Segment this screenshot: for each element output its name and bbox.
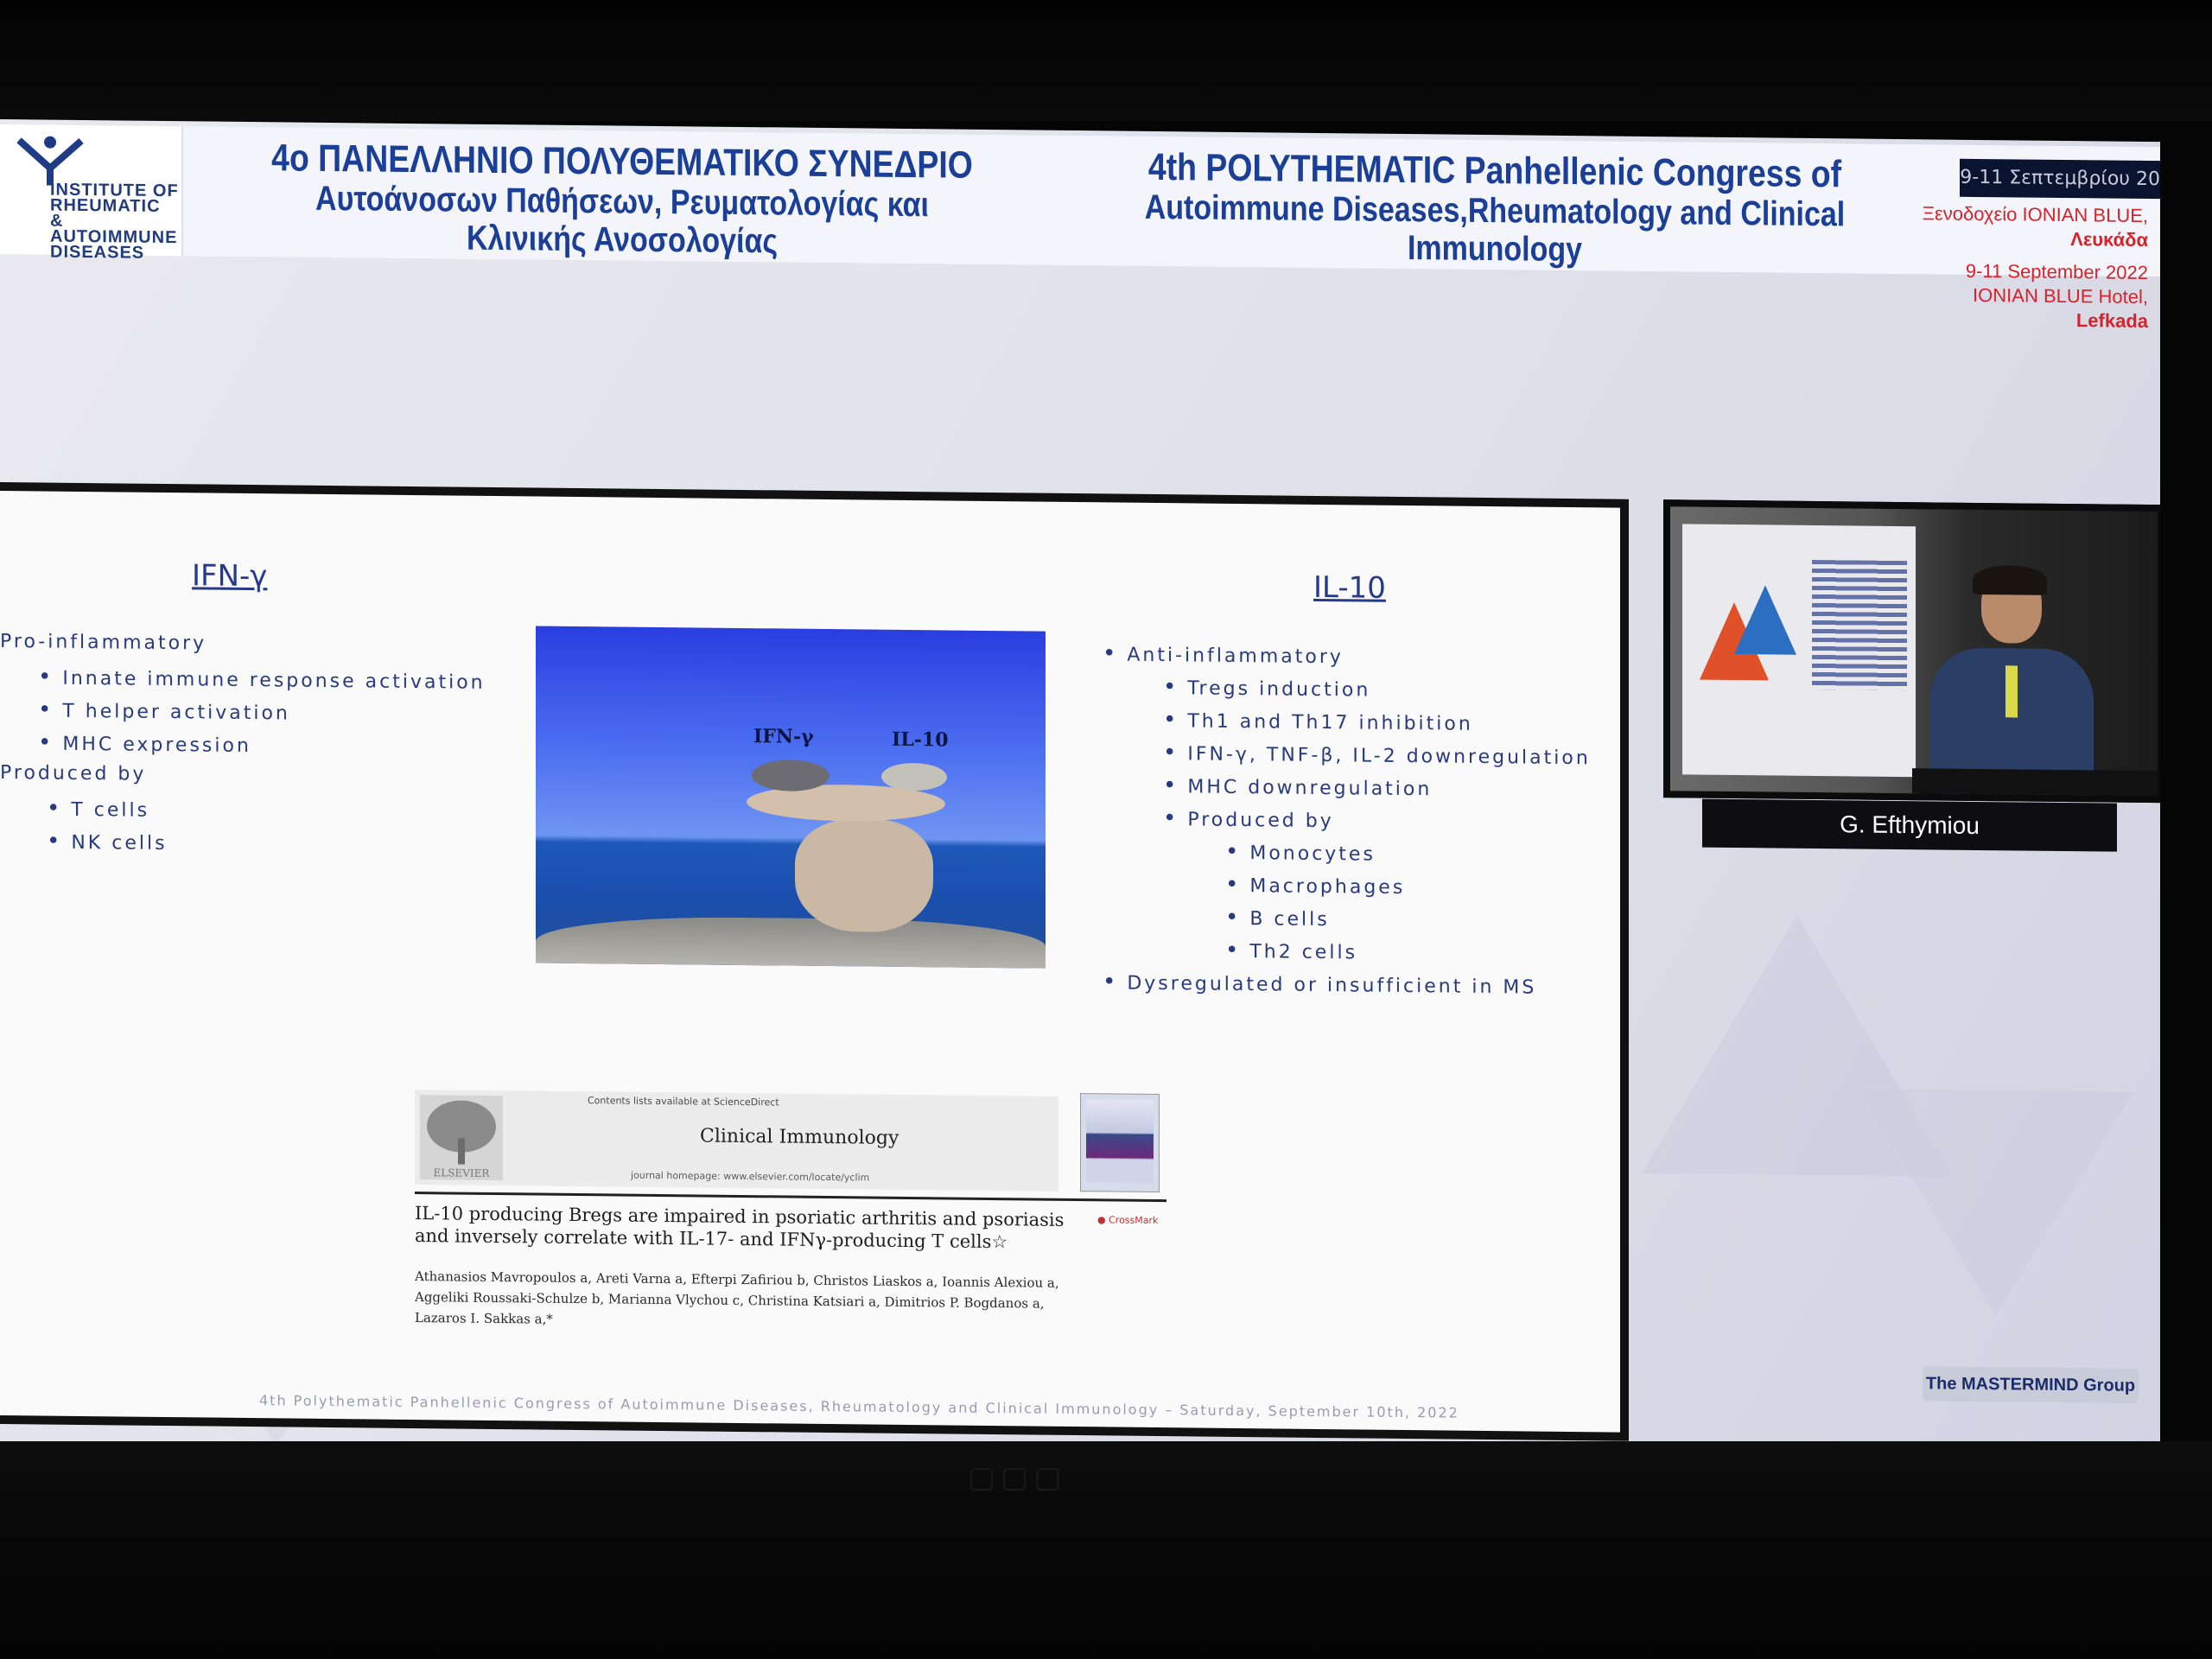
- bullet-item: • Innate immune response activation: [38, 664, 486, 694]
- bullet-item: • T helper activation: [38, 696, 290, 725]
- presentation-slide: IFN-γ Pro-inflammatory • Innate immune re…: [0, 481, 1629, 1441]
- date-greek: 9-11 Σεπτεμβρίου 2022: [1960, 158, 2160, 200]
- crossmark-icon: ● CrossMark: [1097, 1214, 1159, 1227]
- elsevier-tree-logo: ELSEVIER: [420, 1095, 503, 1181]
- bullet-item: • NK cells: [47, 828, 168, 855]
- bullet-item: • MHC downregulation: [1163, 772, 1433, 801]
- journal-homepage: journal homepage: www.elsevier.com/locat…: [631, 1169, 870, 1184]
- congress-poster: [1682, 524, 1916, 778]
- monitor-brand-logo: ▢▢▢: [968, 1460, 1067, 1495]
- right-pebble: [881, 762, 947, 791]
- institute-logo: INSTITUTE OF RHEUMATIC & AUTOIMMUNE DISE…: [0, 124, 183, 263]
- bullet-item: • Monocytes: [1225, 838, 1376, 866]
- journal-cover: [1080, 1093, 1160, 1193]
- right-column-title: IL-10: [1313, 569, 1386, 606]
- monitor-bezel-bottom: [0, 1441, 2212, 1659]
- speaker-video: [1663, 499, 2160, 804]
- bullet-item: • T cells: [47, 795, 150, 822]
- bullet-item: • MHC expression: [38, 729, 251, 758]
- article-title: IL-10 producing Bregs are impaired in ps…: [415, 1203, 1065, 1253]
- photo-label-left: IFN-γ: [753, 725, 814, 748]
- bullet-item: • B cells: [1225, 904, 1330, 931]
- bullet-item: • Produced by: [1163, 805, 1334, 833]
- logo-figure-icon: [16, 136, 84, 186]
- header-title-greek: 4ο ΠΑΝΕΛΛΗΝΙΟ ΠΟΛΥΘΕΜΑΤΙΚΟ ΣΥΝΕΔΡΙΟ Αυτο…: [271, 137, 973, 261]
- venue-greek: Ξενοδοχείο IONIAN BLUE, Λευκάδα: [1922, 202, 2148, 251]
- base-stone: [795, 818, 933, 933]
- publisher-text: ELSEVIER: [434, 1166, 491, 1179]
- bullet-item: • Th2 cells: [1225, 937, 1358, 964]
- date-venue-english: 9-11 September 2022 IONIAN BLUE Hotel, L…: [1965, 259, 2148, 333]
- article-rule: [415, 1192, 1166, 1203]
- projected-screen: INSTITUTE OF RHEUMATIC & AUTOIMMUNE DISE…: [0, 119, 2160, 1465]
- bg-triangle: [1858, 1089, 2134, 1317]
- bullet-item: • Anti-inflammatory: [1103, 640, 1344, 669]
- bullet-item: • Dysregulated or insufficient in MS: [1103, 969, 1537, 999]
- balanced-stones-photo: IFN-γ IL-10: [536, 626, 1046, 969]
- photo-label-right: IL-10: [892, 728, 949, 752]
- bullet-item: • Th1 and Th17 inhibition: [1163, 707, 1473, 735]
- article-authors: Athanasios Mavropoulos a, Areti Varna a,…: [415, 1268, 1059, 1327]
- congress-header: INSTITUTE OF RHEUMATIC & AUTOIMMUNE DISE…: [0, 124, 2160, 332]
- header-title-english: 4th POLYTHEMATIC Panhellenic Congress of…: [1144, 145, 1846, 270]
- mastermind-badge: The MASTERMIND Group: [1923, 1366, 2139, 1403]
- bullet-item: Pro-inflammatory: [0, 631, 207, 655]
- article-excerpt: ELSEVIER Contents lists available at Sci…: [415, 1090, 1175, 1348]
- bullet-item: • IFN-γ, TNF-β, IL-2 downregulation: [1163, 740, 1591, 770]
- slide-footer: 4th Polythematic Panhellenic Congress of…: [259, 1392, 1459, 1421]
- left-pebble: [752, 760, 830, 792]
- beach-sand: [536, 915, 1046, 969]
- bullet-item: • Macrophages: [1225, 871, 1406, 899]
- bullet-item: Produced by: [0, 762, 147, 785]
- contents-line: Contents lists available at ScienceDirec…: [588, 1095, 779, 1109]
- left-column-title: IFN-γ: [192, 558, 268, 594]
- journal-banner: ELSEVIER Contents lists available at Sci…: [415, 1090, 1058, 1192]
- bullet-item: • Tregs induction: [1163, 674, 1371, 702]
- logo-text: INSTITUTE OF RHEUMATIC & AUTOIMMUNE DISE…: [50, 180, 179, 263]
- speaker-name-bar: G. Efthymiou: [1702, 798, 2117, 852]
- journal-name: Clinical Immunology: [700, 1125, 899, 1149]
- monitor-bezel-top: [0, 0, 2212, 121]
